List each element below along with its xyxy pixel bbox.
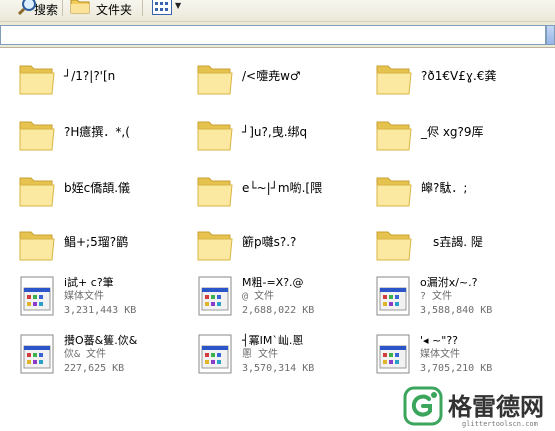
file-item[interactable]: 攢O蕃&篗.佽& 佽& 文件 227,625 KB [20,334,137,376]
folder-name: /<嚏尭w♂ [242,69,301,83]
media-file-icon [376,334,410,374]
folder-item[interactable]: ┘]u?,曳.绑q [196,114,307,154]
folder-name: ?ð1€V£ɣ.€龚 [421,69,497,83]
folder-icon [196,58,234,98]
file-size: 3,570,314 KB [242,363,315,374]
folder-icon [196,114,234,154]
file-size: 3,231,443 KB [64,305,137,316]
file-details: ┤冪IM`屾.慁 慁 文件 3,570,314 KB [242,334,314,376]
file-view[interactable]: ┘/1?|?'[n /<嚏尭w♂ ?ð1€V£ɣ.€龚 ?H癔撰．*,(┘]u… [0,48,555,431]
watermark-logo-icon [403,386,443,426]
toolbar-separator [142,0,143,16]
folder-name: 鲳+;5瑠?鹠 [64,235,129,249]
folder-item[interactable]: ?ð1€V£ɣ.€龚 [375,58,496,98]
file-details: i試+ c?筆 媒体文件 3,231,443 KB [64,276,136,318]
folder-item[interactable]: 鲳+;5瑠?鹠 [18,224,128,264]
folder-item[interactable]: 皞?駄．; [375,170,467,210]
folders-icon [70,0,90,14]
search-button[interactable]: 搜索 [8,0,58,18]
folder-name: ┘/1?|?'[n [64,69,116,83]
file-name: M粗-=X?.@ [242,276,304,289]
folder-item[interactable]: 簖p囃s?.? [196,224,296,264]
folder-name: _侭 xg?9厍 [421,125,484,139]
folder-name: 簖p囃s?.? [242,235,297,249]
folder-name: ┘]u?,曳.绑q [242,125,308,139]
folder-item[interactable]: ?H癔撰．*,( [18,114,130,154]
file-size: 3,705,210 KB [420,363,493,374]
media-file-icon [376,276,410,316]
file-item[interactable]: o漏泭x/~.? ? 文件 3,588,840 KB [376,276,492,318]
folders-button[interactable]: 文件夹 [70,0,132,18]
file-size: 227,625 KB [64,363,125,374]
media-file-icon [20,276,54,316]
folder-name: e└~|┘m喲.[隈 [242,181,323,195]
folder-icon [375,114,413,154]
folder-name: 皞?駄．; [421,181,468,195]
views-button[interactable]: ▼ [150,0,184,18]
folder-icon [375,224,413,264]
folder-icon [196,224,234,264]
folder-item[interactable]: e└~|┘m喲.[隈 [196,170,322,210]
file-type: ? 文件 [420,291,453,302]
folder-name: ?H癔撰．*,( [64,125,130,139]
file-size: 2,688,022 KB [242,305,315,316]
watermark-url: glittertoolscn.com [462,420,538,428]
file-name: i試+ c?筆 [64,276,114,289]
folder-item[interactable]: b姪c僑頡.儀 [18,170,130,210]
folder-icon [18,224,56,264]
address-bar [0,22,555,48]
media-file-icon [20,334,54,374]
file-details: 攢O蕃&篗.佽& 佽& 文件 227,625 KB [64,334,137,376]
file-name: '◂ ~"?? [420,334,458,347]
toolbar-separator [62,0,63,16]
folder-name: s壵謁. 隄 [433,235,483,249]
folder-item[interactable]: /<嚏尭w♂ [196,58,301,98]
file-type: 媒体文件 [420,349,460,360]
site-watermark: 格雷德网 glittertoolscn.com [400,384,555,431]
folders-button-label: 文件夹 [96,2,133,17]
folder-icon [18,170,56,210]
folder-icon [196,170,234,210]
file-item[interactable]: ┤冪IM`屾.慁 慁 文件 3,570,314 KB [198,334,314,376]
media-file-icon [198,334,232,374]
file-type: @ 文件 [242,291,275,302]
folder-icon [18,58,56,98]
file-type: 佽& 文件 [64,349,107,360]
file-item[interactable]: M粗-=X?.@ @ 文件 2,688,022 KB [198,276,314,318]
address-input[interactable] [0,25,546,45]
chevron-down-icon[interactable]: ▼ [175,1,181,10]
folder-item[interactable]: ┘/1?|?'[n [18,58,115,98]
file-name: 攢O蕃&篗.佽& [64,334,138,347]
media-file-icon [198,276,232,316]
file-type: 媒体文件 [64,291,104,302]
file-item[interactable]: '◂ ~"?? 媒体文件 3,705,210 KB [376,334,492,376]
views-icon [152,0,172,15]
folder-item[interactable]: _侭 xg?9厍 [375,114,484,154]
file-details: M粗-=X?.@ @ 文件 2,688,022 KB [242,276,314,318]
folder-icon [375,170,413,210]
file-details: '◂ ~"?? 媒体文件 3,705,210 KB [420,334,492,376]
folder-icon [375,58,413,98]
watermark-title: 格雷德网 [448,393,544,421]
toolbar: 搜索 文件夹 ▼ [0,0,555,22]
file-type: 慁 文件 [242,349,279,360]
file-details: o漏泭x/~.? ? 文件 3,588,840 KB [420,276,492,318]
file-item[interactable]: i試+ c?筆 媒体文件 3,231,443 KB [20,276,136,318]
file-name: ┤冪IM`屾.慁 [242,334,304,347]
file-name: o漏泭x/~.? [420,276,478,289]
folder-icon [18,114,56,154]
folder-name: b姪c僑頡.儀 [64,181,131,195]
folder-item[interactable]: s壵謁. 隄 [375,224,483,264]
search-icon [18,0,36,16]
address-go-button[interactable] [546,25,555,45]
file-size: 3,588,840 KB [420,305,493,316]
